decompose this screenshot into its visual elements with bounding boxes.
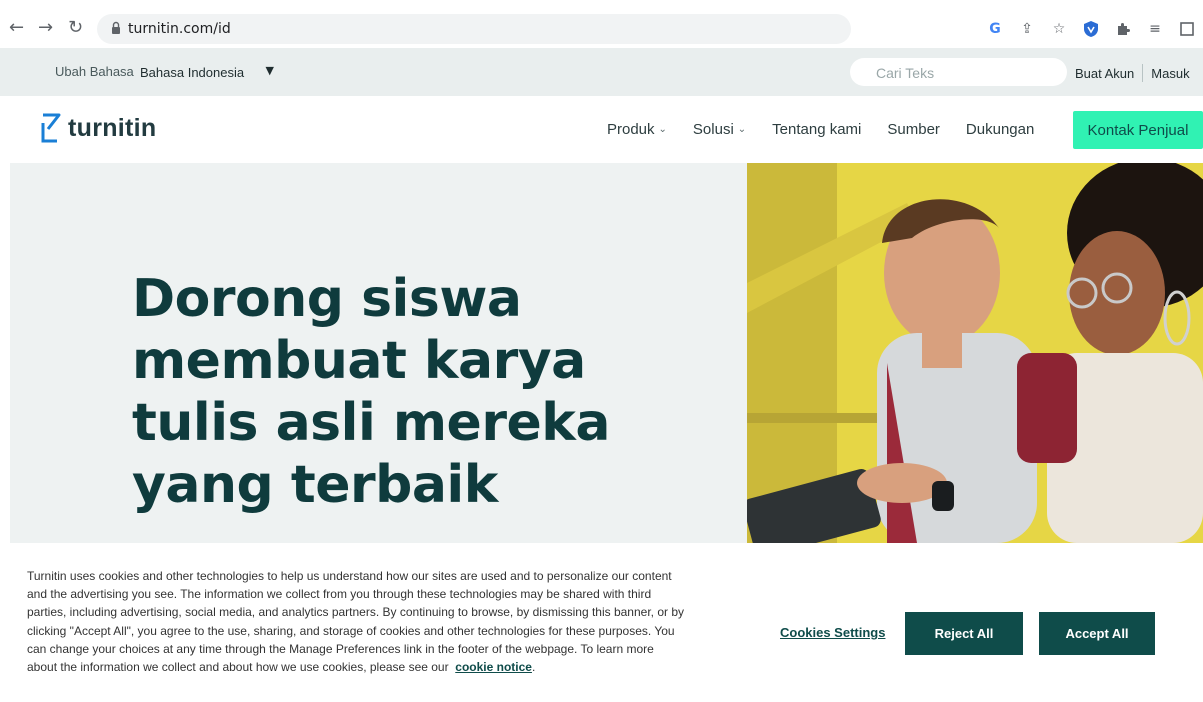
reload-icon[interactable]: ↻ (68, 18, 83, 38)
chevron-down-icon: ▼ (265, 64, 274, 77)
share-icon[interactable]: ⇪ (1017, 19, 1037, 39)
nav-item-sumber[interactable]: Sumber (887, 121, 940, 138)
accept-all-button[interactable]: Accept All (1039, 612, 1155, 655)
cookie-notice-link[interactable]: cookie notice (455, 660, 532, 674)
turnitin-logo[interactable]: turnitin (40, 110, 156, 146)
nav-item-tentang-kami[interactable]: Tentang kami (772, 121, 861, 138)
nav-menu: Produk ⌄ Solusi ⌄ Tentang kami Sumber Du… (607, 121, 1060, 138)
search-input[interactable]: Cari Teks (850, 58, 1067, 86)
create-account-link[interactable]: Buat Akun (1075, 66, 1134, 81)
google-icon[interactable]: G (985, 19, 1005, 39)
nav-item-solusi[interactable]: Solusi ⌄ (693, 121, 746, 138)
nav-item-label: Tentang kami (772, 121, 862, 138)
chevron-down-icon: ⌄ (658, 124, 667, 135)
utility-bar: Ubah Bahasa Bahasa Indonesia ▼ Cari Teks… (0, 48, 1203, 96)
main-navigation: turnitin Produk ⌄ Solusi ⌄ Tentang kami … (0, 96, 1203, 163)
puzzle-icon[interactable] (1113, 19, 1133, 39)
language-select[interactable]: Bahasa Indonesia ▼ (136, 60, 280, 84)
forward-icon[interactable]: → (38, 18, 53, 38)
contact-sales-button[interactable]: Kontak Penjual (1073, 111, 1203, 149)
url-text: turnitin.com/id (128, 21, 231, 37)
hero-title: Dorong siswa membuat karya tulis asli me… (132, 269, 610, 515)
back-icon[interactable]: ← (9, 18, 24, 38)
shield-extension-icon[interactable] (1081, 19, 1101, 39)
nav-item-produk[interactable]: Produk ⌄ (607, 121, 667, 138)
account-links: Buat Akun Masuk (1075, 64, 1190, 82)
sidepanel-icon[interactable] (1177, 19, 1197, 39)
nav-item-dukungan[interactable]: Dukungan (966, 121, 1034, 138)
cookie-message: Turnitin uses cookies and other technolo… (27, 569, 685, 675)
chevron-down-icon: ⌄ (737, 124, 747, 135)
nav-item-label: Dukungan (965, 121, 1035, 138)
nav-item-label: Produk (607, 121, 655, 138)
hero-section: Dorong siswa membuat karya tulis asli me… (10, 163, 1203, 543)
lock-icon[interactable] (111, 21, 121, 35)
reject-all-button[interactable]: Reject All (905, 612, 1023, 655)
turnitin-logo-icon (41, 113, 61, 143)
reading-list-icon[interactable]: ≡ (1145, 19, 1165, 39)
hero-students-image (747, 163, 1203, 543)
language-select-value: Bahasa Indonesia (140, 64, 245, 80)
divider (1142, 64, 1144, 82)
star-icon[interactable]: ☆ (1049, 19, 1069, 39)
language-label: Ubah Bahasa (55, 64, 134, 79)
cookie-text: Turnitin uses cookies and other technolo… (27, 569, 685, 675)
sign-in-link[interactable]: Masuk (1151, 66, 1189, 81)
nav-item-label: Solusi (692, 121, 734, 138)
browser-extension-icons: G ⇪ ☆ ≡ (985, 14, 1197, 44)
cookie-banner: Turnitin uses cookies and other technolo… (0, 543, 1203, 702)
logo-text: turnitin (68, 113, 157, 142)
cookies-settings-link[interactable]: Cookies Settings (780, 625, 885, 640)
students-illustration (747, 163, 1203, 543)
address-bar[interactable]: turnitin.com/id (97, 14, 851, 44)
browser-toolbar: ← → ↻ turnitin.com/id G ⇪ ☆ ≡ (0, 0, 1203, 48)
nav-item-label: Sumber (887, 121, 940, 138)
search-placeholder: Cari Teks (876, 65, 935, 81)
